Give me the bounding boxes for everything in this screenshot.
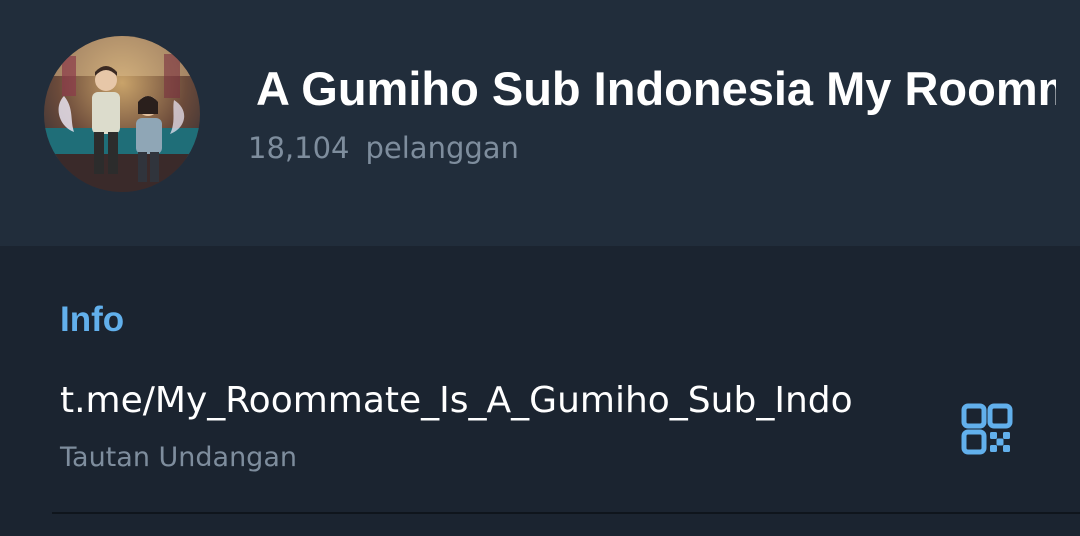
info-section: Info t.me/My_Roommate_Is_A_Gumiho_Sub_In…	[0, 246, 1080, 536]
channel-info-page: A Gumiho Sub Indonesia My Roommate Is A …	[0, 0, 1080, 536]
channel-avatar[interactable]	[44, 36, 200, 192]
subscriber-count-line: 18,104 pelanggan	[248, 128, 519, 168]
channel-header: A Gumiho Sub Indonesia My Roommate Is A …	[0, 0, 1080, 246]
subscriber-count: 18,104	[248, 131, 350, 165]
invite-link[interactable]: t.me/My_Roommate_Is_A_Gumiho_Sub_Indo	[60, 376, 853, 426]
qr-code-button[interactable]	[960, 402, 1014, 456]
qr-code-icon	[961, 403, 1013, 455]
avatar-image	[44, 36, 200, 192]
channel-title: A Gumiho Sub Indonesia My Roommate Is A …	[256, 62, 1056, 115]
invite-link-caption: Tautan Undangan	[60, 442, 297, 473]
info-section-title: Info	[60, 300, 125, 339]
row-divider	[52, 512, 1080, 514]
subscriber-label: pelanggan	[365, 131, 519, 165]
invite-link-row[interactable]: t.me/My_Roommate_Is_A_Gumiho_Sub_Indo Ta…	[0, 366, 1080, 512]
